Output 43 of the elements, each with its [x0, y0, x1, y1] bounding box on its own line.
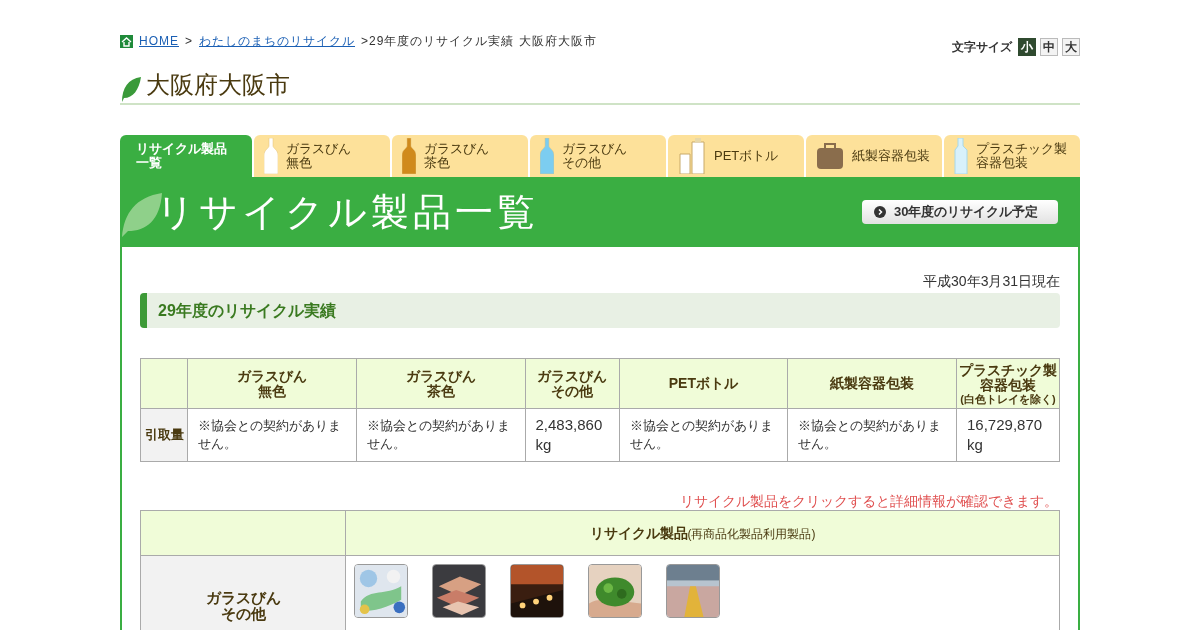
bottle-icon — [402, 138, 416, 174]
table-cell: ※協会との契約がありません。 — [187, 408, 357, 462]
font-size-button[interactable]: 大 — [1062, 38, 1080, 56]
table-cell: ※協会との契約がありません。 — [787, 408, 957, 462]
category-tab[interactable]: PETボトル — [668, 135, 804, 177]
click-note: リサイクル製品をクリックすると詳細情報が確認できます。 — [679, 492, 1058, 510]
column-header: 紙製容器包装 — [787, 358, 957, 409]
row-header: ガラスびん その他 — [140, 555, 346, 630]
box-icon — [816, 142, 844, 170]
category-tab[interactable]: ガラスびん 無色 — [254, 135, 390, 177]
bottle-icon — [954, 138, 968, 174]
column-header: ガラスびん その他 — [525, 358, 619, 409]
category-tab[interactable]: ガラスびん その他 — [530, 135, 666, 177]
category-tab[interactable]: 紙製容器包装 — [806, 135, 942, 177]
page-title: 大阪府大阪市 — [146, 70, 290, 100]
breadcrumb-separator: > — [185, 33, 193, 50]
bottle-icon — [264, 138, 278, 174]
bottle-icon — [540, 138, 554, 174]
bottles-icon — [678, 138, 706, 174]
row-header: 引取量 — [140, 408, 188, 462]
font-size-button[interactable]: 中 — [1040, 38, 1058, 56]
column-header: リサイクル製品(再商品化製品利用製品) — [345, 510, 1060, 556]
plan-button[interactable]: 30年度のリサイクル予定 — [862, 200, 1058, 224]
column-header: PETボトル — [619, 358, 788, 409]
font-size-button[interactable]: 小 — [1018, 38, 1036, 56]
font-size-label: 文字サイズ — [952, 39, 1012, 56]
breadcrumb-link[interactable]: HOME — [139, 32, 179, 50]
banner-title: リサイクル製品一覧 — [156, 193, 539, 231]
column-header: プラスチック製 容器包装 (白色トレイを除く) — [956, 358, 1060, 409]
table-cell: ※協会との契約がありません。 — [356, 408, 525, 462]
category-tab[interactable]: ガラスびん 茶色 — [392, 135, 528, 177]
leaf-icon — [120, 76, 142, 102]
category-tab[interactable]: プラスチック製 容器包装 — [944, 135, 1080, 177]
breadcrumb-link[interactable]: わたしのまちのリサイクル — [199, 32, 355, 50]
table-cell: ※協会との契約がありません。 — [619, 408, 788, 462]
column-header: ガラスびん 茶色 — [356, 358, 525, 409]
table-cell: 2,483,860 kg — [525, 408, 619, 462]
section-heading: 29年度のリサイクル実績 — [140, 293, 1060, 328]
table-cell: 16,729,870 kg — [956, 408, 1060, 462]
breadcrumb-current: >29年度のリサイクル実績 大阪府大阪市 — [361, 33, 597, 50]
column-header: ガラスびん 無色 — [187, 358, 357, 409]
home-icon — [120, 34, 133, 48]
date-text: 平成30年3月31日現在 — [922, 272, 1060, 291]
